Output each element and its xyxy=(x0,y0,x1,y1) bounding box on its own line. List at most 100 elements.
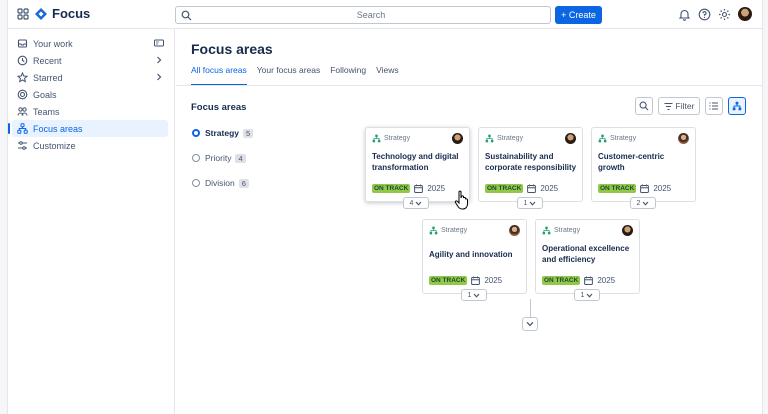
sidebar-item-label: Customize xyxy=(33,140,76,151)
strategy-icon xyxy=(485,134,494,143)
notifications-icon[interactable] xyxy=(678,8,691,21)
children-count: 2 xyxy=(636,199,641,207)
level-count: 4 xyxy=(235,153,246,163)
chevron-down-icon xyxy=(474,293,480,298)
card-title[interactable]: Sustainability and corporate responsibil… xyxy=(485,151,579,173)
sidebar-item-your-work[interactable]: Your work xyxy=(12,35,168,52)
owner-avatar[interactable] xyxy=(509,225,520,236)
radio-selected[interactable] xyxy=(192,129,200,137)
sidebar-item-goals[interactable]: Goals xyxy=(12,86,168,103)
search-button[interactable] xyxy=(635,97,653,115)
tree-connector xyxy=(530,299,531,317)
create-button[interactable]: + Create xyxy=(555,6,602,24)
tab-your-focus-areas[interactable]: Your focus areas xyxy=(257,65,320,86)
level-option-priority[interactable]: Priority 4 xyxy=(192,152,253,164)
app-switcher-icon[interactable] xyxy=(17,8,29,20)
card-title[interactable]: Agility and innovation xyxy=(429,249,523,260)
star-icon xyxy=(17,72,28,83)
card-type: Strategy xyxy=(429,226,467,235)
user-avatar[interactable] xyxy=(738,7,752,21)
card-title[interactable]: Customer-centric growth xyxy=(598,151,692,173)
expand-children-button[interactable]: 1 xyxy=(461,289,487,301)
children-count: 1 xyxy=(580,291,585,299)
hierarchy-view-button[interactable] xyxy=(728,97,746,115)
section-title: Focus areas xyxy=(191,102,247,113)
sidebar-item-label: Goals xyxy=(33,89,57,100)
target-year: 2025 xyxy=(484,276,503,285)
filter-label: Filter xyxy=(675,101,695,111)
status-badge: ON TRACK xyxy=(542,276,581,285)
load-more-button[interactable] xyxy=(522,317,538,331)
chevron-down-icon xyxy=(587,293,593,298)
focus-area-card[interactable]: Strategy Operational excellence and effi… xyxy=(535,219,640,294)
target-icon xyxy=(17,89,28,100)
card-title[interactable]: Operational excellence and efficiency xyxy=(542,243,636,265)
list-view-button[interactable] xyxy=(705,97,723,115)
owner-avatar[interactable] xyxy=(622,225,633,236)
card-type-label: Strategy xyxy=(554,227,581,234)
chevron-down-icon xyxy=(526,321,534,327)
chevron-right-icon[interactable] xyxy=(154,72,164,82)
tab-bar: All focus areas Your focus areas Followi… xyxy=(191,65,399,86)
status-badge: ON TRACK xyxy=(485,184,524,193)
calendar-icon xyxy=(414,184,424,193)
level-option-strategy[interactable]: Strategy 5 xyxy=(192,127,254,139)
sidebar-item-starred[interactable]: Starred xyxy=(12,69,168,86)
tab-all-focus-areas[interactable]: All focus areas xyxy=(191,65,247,86)
target-year: 2025 xyxy=(427,184,446,193)
tab-following[interactable]: Following xyxy=(330,65,366,86)
list-icon xyxy=(709,102,718,110)
expand-children-button[interactable]: 1 xyxy=(574,289,600,301)
radio[interactable] xyxy=(192,179,200,187)
top-actions xyxy=(678,7,752,21)
chevron-right-icon[interactable] xyxy=(154,55,164,65)
sidebar-item-label: Starred xyxy=(33,72,63,83)
chevron-down-icon xyxy=(643,201,649,206)
card-title[interactable]: Technology and digital transformation xyxy=(372,151,466,173)
sidebar-item-recent[interactable]: Recent xyxy=(12,52,168,69)
level-count: 5 xyxy=(243,128,254,138)
strategy-icon xyxy=(429,226,438,235)
sidebar-item-label: Recent xyxy=(33,55,62,66)
card-type: Strategy xyxy=(372,134,410,143)
status-badge: ON TRACK xyxy=(372,184,411,193)
people-icon xyxy=(17,106,28,117)
level-option-division[interactable]: Division 6 xyxy=(192,177,253,189)
focus-area-card[interactable]: Strategy Agility and innovation ON TRACK… xyxy=(422,219,527,294)
inbox-icon xyxy=(17,38,28,49)
owner-avatar[interactable] xyxy=(565,133,576,144)
tab-views[interactable]: Views xyxy=(376,65,399,86)
product-name: Focus xyxy=(52,6,91,21)
card-view-icon[interactable] xyxy=(154,38,164,48)
calendar-icon xyxy=(471,276,481,285)
search-input[interactable] xyxy=(196,7,546,23)
owner-avatar[interactable] xyxy=(452,133,463,144)
expand-children-button[interactable]: 4 xyxy=(403,197,429,209)
hierarchy-icon xyxy=(732,101,742,111)
sidebar-item-customize[interactable]: Customize xyxy=(12,137,168,154)
expand-children-button[interactable]: 2 xyxy=(630,197,656,209)
strategy-icon xyxy=(372,134,381,143)
status-badge: ON TRACK xyxy=(598,184,637,193)
help-icon[interactable] xyxy=(698,8,711,21)
owner-avatar[interactable] xyxy=(678,133,689,144)
sidebar-item-teams[interactable]: Teams xyxy=(12,103,168,120)
expand-children-button[interactable]: 1 xyxy=(517,197,543,209)
level-label: Priority xyxy=(205,153,232,163)
search-box[interactable] xyxy=(175,6,551,24)
target-year: 2025 xyxy=(597,276,616,285)
radio[interactable] xyxy=(192,154,200,162)
sidebar-item-focus-areas[interactable]: Focus areas xyxy=(8,120,168,137)
status-badge: ON TRACK xyxy=(429,276,468,285)
filter-button[interactable]: Filter xyxy=(658,97,700,115)
product-logo[interactable]: Focus xyxy=(34,6,90,21)
focus-area-card[interactable]: Strategy Sustainability and corporate re… xyxy=(478,127,583,202)
level-label: Strategy xyxy=(205,128,240,138)
card-footer: ON TRACK 2025 xyxy=(542,276,615,285)
main-content: Focus areas All focus areas Your focus a… xyxy=(176,29,762,414)
card-type: Strategy xyxy=(542,226,580,235)
focus-area-card[interactable]: Strategy Customer-centric growth ON TRAC… xyxy=(591,127,696,202)
target-year: 2025 xyxy=(653,184,672,193)
card-type-label: Strategy xyxy=(497,135,524,142)
settings-gear-icon[interactable] xyxy=(718,8,731,21)
